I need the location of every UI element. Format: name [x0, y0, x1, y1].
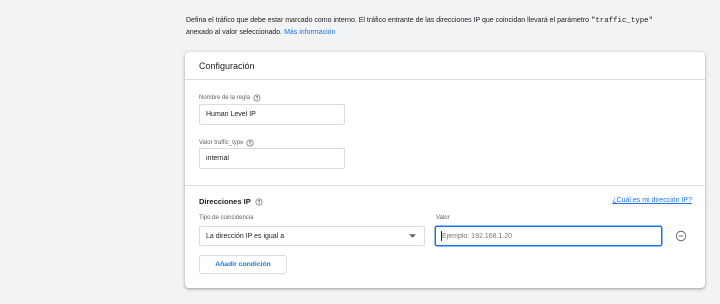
- intro-line-2: anexado al valor seleccionado. Más infor…: [186, 27, 716, 38]
- ip-value-input[interactable]: [435, 226, 662, 246]
- remove-circle-outline-icon: [675, 230, 687, 242]
- configuration-card: Configuración Nombre de la regla Valor t…: [185, 52, 705, 288]
- traffic-type-param: "traffic_type": [590, 17, 654, 25]
- value-label: Valor: [436, 215, 450, 221]
- rule-name-label-text: Nombre de la regla: [199, 95, 251, 101]
- match-type-label: Tipo de coincidencia: [199, 215, 254, 221]
- section-divider: [185, 185, 705, 186]
- card-title: Configuración: [199, 61, 255, 71]
- intro-text-part-1: Defina el tráfico que debe estar marcado…: [186, 17, 591, 24]
- traffic-type-label-text: Valor traffic_type: [199, 140, 244, 146]
- match-type-select[interactable]: La dirección IP es igual a: [199, 226, 425, 246]
- traffic-type-input[interactable]: [199, 148, 345, 169]
- help-circle-icon[interactable]: [246, 139, 254, 147]
- more-info-link[interactable]: Más información: [284, 29, 335, 36]
- what-is-my-ip-link[interactable]: ¿Cuál es mi dirección IP?: [612, 196, 692, 205]
- help-circle-icon[interactable]: [255, 198, 263, 206]
- traffic-type-label: Valor traffic_type: [199, 139, 254, 147]
- match-type-value: La dirección IP es igual a: [206, 232, 285, 240]
- help-circle-icon[interactable]: [253, 94, 261, 102]
- intro-text-part-2: anexado al valor seleccionado.: [186, 29, 285, 36]
- arrow-drop-down-icon: [409, 234, 416, 238]
- ip-addresses-title: Direcciones IP: [199, 197, 263, 207]
- card-header: Configuración: [185, 52, 705, 80]
- text-cursor: [441, 231, 442, 241]
- intro-text: Defina el tráfico que debe estar marcado…: [186, 15, 716, 38]
- ip-addresses-title-text: Direcciones IP: [199, 197, 251, 206]
- rule-name-label: Nombre de la regla: [199, 94, 261, 102]
- remove-condition-button[interactable]: [675, 230, 687, 242]
- add-condition-button[interactable]: Añadir condición: [199, 255, 287, 274]
- rule-name-input[interactable]: [199, 104, 345, 125]
- intro-line-1: Defina el tráfico que debe estar marcado…: [186, 15, 716, 27]
